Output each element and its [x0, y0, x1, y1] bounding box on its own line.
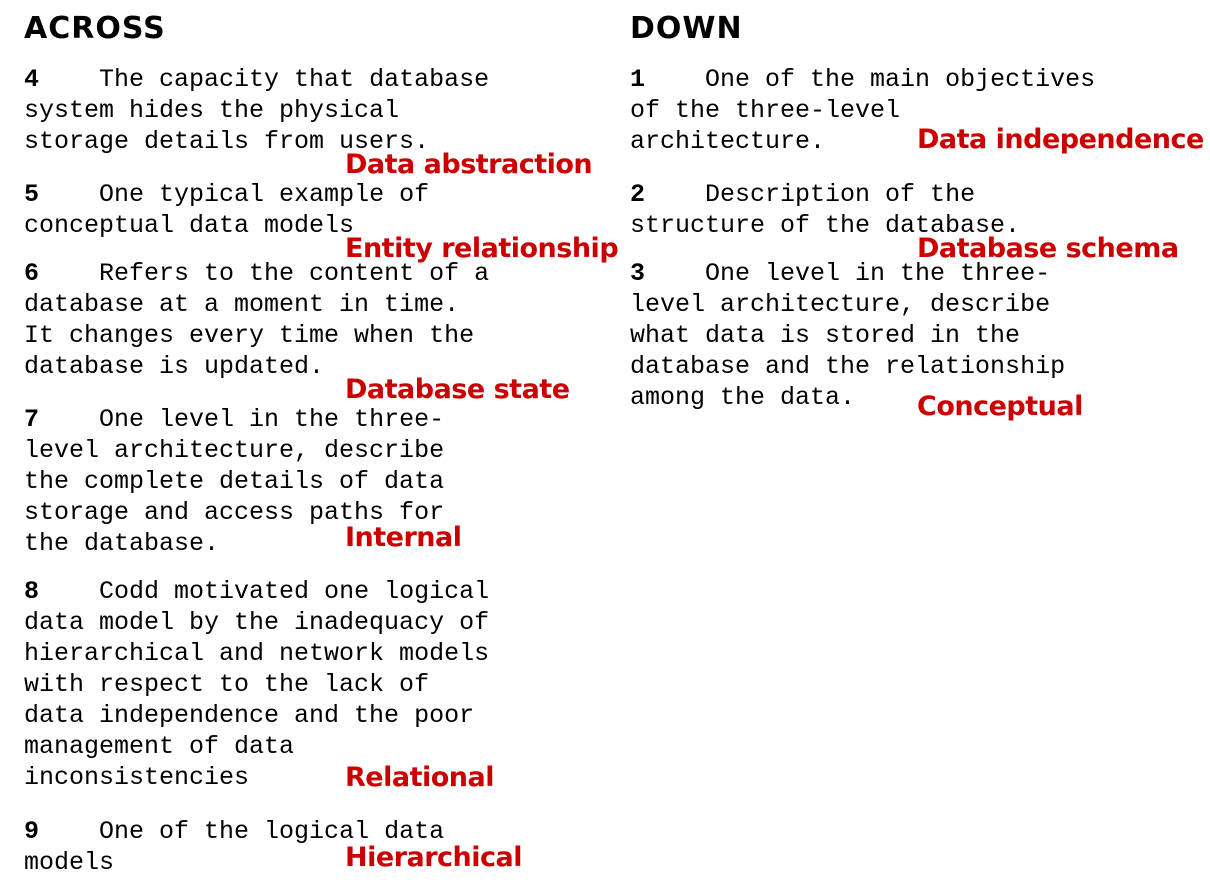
down-clue-3: 3 One level in the three- level architec… [630, 258, 1065, 413]
clue-line: system hides the physical [24, 96, 400, 125]
clue-number: 4 [24, 65, 40, 94]
clue-number: 5 [24, 180, 40, 209]
clue-line: It changes every time when the [24, 321, 475, 350]
clue-number: 7 [24, 405, 40, 434]
clue-line: inconsistencies [24, 763, 250, 792]
clue-line: architecture. [630, 127, 826, 156]
clue-line: database is updated. [24, 352, 325, 381]
across-clue-8: 8 Codd motivated one logical data model … [24, 576, 489, 793]
clue-line: One level in the three- [645, 259, 1051, 288]
clue-line: models [24, 848, 115, 877]
answer-database-state: Database state [345, 374, 570, 405]
clue-number: 9 [24, 817, 40, 846]
clue-line: database and the relationship [630, 352, 1066, 381]
clue-line: management of data [24, 732, 295, 761]
answer-relational: Relational [345, 762, 494, 793]
across-heading: ACROSS [24, 11, 166, 46]
clue-line: level architecture, describe [630, 290, 1051, 319]
answer-data-abstraction: Data abstraction [345, 149, 593, 180]
clue-line: with respect to the lack of [24, 670, 430, 699]
clue-line: conceptual data models [24, 211, 355, 240]
down-heading: DOWN [630, 11, 743, 46]
clue-number: 1 [630, 65, 646, 94]
clue-line: Codd motivated one logical [39, 577, 490, 606]
clue-line: Refers to the content of a [39, 259, 490, 288]
clue-line: the database. [24, 529, 220, 558]
across-clue-6: 6 Refers to the content of a database at… [24, 258, 489, 382]
clue-line: database at a moment in time. [24, 290, 460, 319]
down-clue-2: 2 Description of the structure of the da… [630, 179, 1020, 241]
clue-line: level architecture, describe [24, 436, 445, 465]
clue-line: hierarchical and network models [24, 639, 490, 668]
clue-line: Description of the [645, 180, 976, 209]
clue-number: 3 [630, 259, 646, 288]
answer-data-independence: Data independence [917, 124, 1204, 155]
across-clue-4: 4 The capacity that database system hide… [24, 64, 489, 157]
answer-conceptual: Conceptual [917, 391, 1083, 422]
clue-line: data independence and the poor [24, 701, 475, 730]
answer-internal: Internal [345, 522, 462, 553]
clue-line: what data is stored in the [630, 321, 1021, 350]
clue-line: among the data. [630, 383, 856, 412]
clue-line: The capacity that database [39, 65, 490, 94]
clue-line: One of the main objectives [645, 65, 1096, 94]
clue-line: One level in the three- [39, 405, 445, 434]
clue-number: 6 [24, 259, 40, 288]
clue-line: data model by the inadequacy of [24, 608, 490, 637]
across-clue-5: 5 One typical example of conceptual data… [24, 179, 429, 241]
clue-line: of the three-level [630, 96, 901, 125]
clue-line: the complete details of data [24, 467, 445, 496]
answer-hierarchical: Hierarchical [345, 842, 522, 873]
clue-number: 2 [630, 180, 646, 209]
clue-number: 8 [24, 577, 40, 606]
clue-line: One typical example of [39, 180, 430, 209]
